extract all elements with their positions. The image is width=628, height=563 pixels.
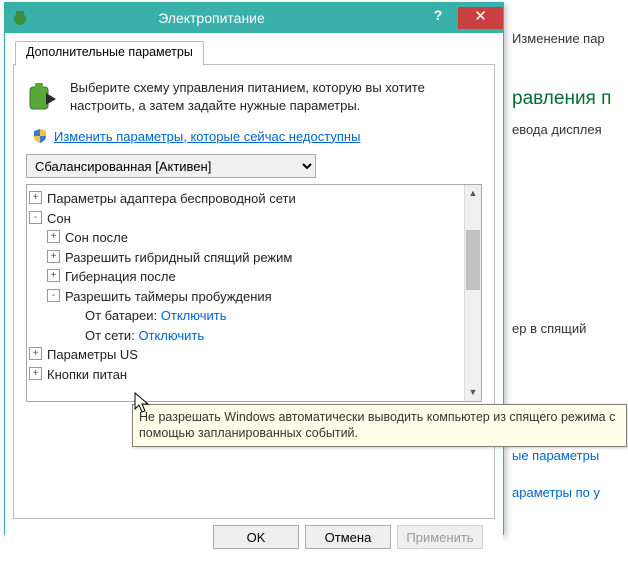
- bg-link[interactable]: ые параметры: [512, 448, 599, 463]
- help-button[interactable]: ?: [418, 7, 458, 29]
- shield-icon: [32, 128, 48, 144]
- scroll-up-icon[interactable]: ▲: [465, 185, 481, 202]
- tree-node-power-buttons[interactable]: + Кнопки питан: [29, 365, 462, 385]
- scroll-track[interactable]: [465, 202, 481, 384]
- dialog-buttons: OK Отмена Применить: [13, 519, 495, 549]
- power-icon: [11, 9, 29, 27]
- tooltip: Не разрешать Windows автоматически вывод…: [132, 404, 627, 447]
- tree-value-on-battery[interactable]: От батареи: Отключить: [65, 306, 462, 326]
- expand-icon[interactable]: +: [29, 347, 42, 360]
- ok-button[interactable]: OK: [213, 525, 299, 549]
- expand-icon[interactable]: +: [47, 230, 60, 243]
- bg-text: евода дисплея: [508, 119, 628, 140]
- collapse-icon[interactable]: -: [47, 289, 60, 302]
- admin-link-row: Изменить параметры, которые сейчас недос…: [32, 128, 480, 144]
- window-title: Электропитание: [35, 10, 418, 26]
- battery-icon: [26, 79, 60, 113]
- tree-node-usb[interactable]: + Параметры US: [29, 345, 462, 365]
- tree-value-on-ac[interactable]: От сети: Отключить: [65, 326, 462, 346]
- bg-link[interactable]: араметры по у: [512, 485, 600, 500]
- cancel-button[interactable]: Отмена: [305, 525, 391, 549]
- tree-node-sleep[interactable]: - Сон + Сон после + Разрешить гибридный …: [29, 209, 462, 346]
- tab-page: Выберите схему управления питанием, кото…: [13, 65, 495, 519]
- value-dropdown[interactable]: Отключить: [138, 328, 204, 343]
- tree-scrollbar[interactable]: ▲ ▼: [464, 185, 481, 401]
- tabstrip: Дополнительные параметры: [13, 39, 495, 65]
- expand-icon[interactable]: +: [29, 367, 42, 380]
- tree-node-sleep-after[interactable]: + Сон после: [47, 228, 462, 248]
- scroll-down-icon[interactable]: ▼: [465, 384, 481, 401]
- expand-icon[interactable]: +: [29, 191, 42, 204]
- settings-tree-container: + Параметры адаптера беспроводной сети -…: [26, 184, 482, 402]
- apply-button: Применить: [397, 525, 483, 549]
- scroll-thumb[interactable]: [466, 230, 480, 290]
- dialog-client: Дополнительные параметры Выберите схему …: [5, 33, 503, 557]
- titlebar: Электропитание ? ✕: [5, 3, 503, 33]
- bg-heading: равления п: [508, 85, 628, 113]
- cursor-icon: [134, 392, 152, 416]
- tree-node-hibernate-after[interactable]: + Гибернация после: [47, 267, 462, 287]
- change-unavailable-link[interactable]: Изменить параметры, которые сейчас недос…: [54, 129, 360, 144]
- tree-node-hybrid-sleep[interactable]: + Разрешить гибридный спящий режим: [47, 248, 462, 268]
- power-plan-select[interactable]: Сбалансированная [Активен]: [26, 154, 316, 178]
- power-options-dialog: Электропитание ? ✕ Дополнительные параме…: [4, 2, 504, 535]
- settings-tree[interactable]: + Параметры адаптера беспроводной сети -…: [27, 185, 464, 401]
- intro-text: Выберите схему управления питанием, кото…: [70, 79, 482, 114]
- intro-row: Выберите схему управления питанием, кото…: [26, 79, 482, 114]
- tree-node-wake-timers[interactable]: - Разрешить таймеры пробуждения От батар…: [47, 287, 462, 346]
- bg-text: ер в спящий: [508, 318, 628, 339]
- expand-icon[interactable]: +: [47, 250, 60, 263]
- bg-text: Изменение пар: [508, 28, 628, 49]
- tree-node-wireless-adapter[interactable]: + Параметры адаптера беспроводной сети: [29, 189, 462, 209]
- collapse-icon[interactable]: -: [29, 211, 42, 224]
- tab-advanced[interactable]: Дополнительные параметры: [15, 41, 204, 66]
- close-button[interactable]: ✕: [458, 7, 503, 29]
- expand-icon[interactable]: +: [47, 269, 60, 282]
- value-dropdown[interactable]: Отключить: [161, 308, 227, 323]
